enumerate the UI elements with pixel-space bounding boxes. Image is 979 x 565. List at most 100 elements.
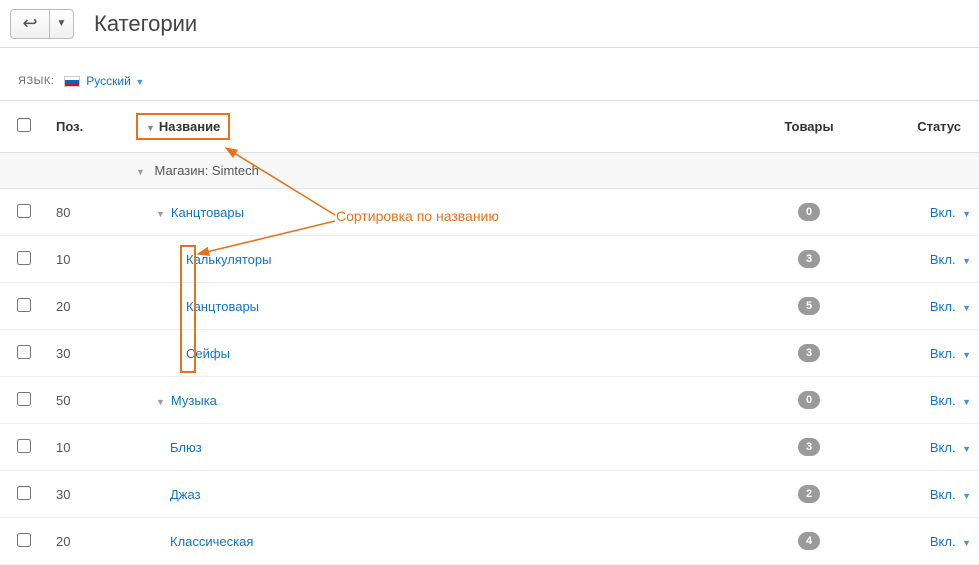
row-checkbox-cell	[0, 377, 48, 424]
language-label: Язык:	[18, 75, 54, 87]
status-label: Вкл.	[930, 393, 956, 408]
goods-count-badge: 0	[798, 391, 820, 409]
row-name-cell: Канцтовары	[128, 283, 729, 330]
row-checkbox[interactable]	[17, 204, 31, 218]
caret-down-icon: ▼	[960, 303, 971, 313]
row-goods-cell: 2	[729, 471, 889, 518]
goods-count-badge: 3	[798, 344, 820, 362]
status-label: Вкл.	[930, 205, 956, 220]
row-status-cell: Вкл. ▼	[889, 189, 979, 236]
status-dropdown[interactable]: Вкл. ▼	[930, 299, 971, 314]
category-link[interactable]: Калькуляторы	[186, 252, 271, 267]
row-checkbox[interactable]	[17, 439, 31, 453]
caret-down-icon: ▼	[133, 77, 144, 87]
goods-count-badge: 3	[798, 438, 820, 456]
row-name-cell: ▼ Музыка	[128, 377, 729, 424]
caret-down-icon: ▼	[960, 397, 971, 407]
group-collapse-caret-icon[interactable]: ▼	[136, 167, 145, 177]
column-header-goods[interactable]: Товары	[729, 101, 889, 153]
back-button-dropdown[interactable]: ▼	[50, 9, 74, 39]
status-label: Вкл.	[930, 346, 956, 361]
goods-count-badge: 5	[798, 297, 820, 315]
row-checkbox-cell	[0, 424, 48, 471]
back-arrow-icon: ↩	[22, 13, 37, 34]
row-name-cell: Блюз	[128, 424, 729, 471]
page-title: Категории	[94, 11, 197, 37]
category-link[interactable]: Канцтовары	[171, 205, 244, 220]
row-status-cell: Вкл. ▼	[889, 518, 979, 565]
row-name-cell: Калькуляторы	[128, 236, 729, 283]
caret-down-icon: ▼	[960, 209, 971, 219]
row-goods-cell: 3	[729, 330, 889, 377]
category-link[interactable]: Музыка	[171, 393, 217, 408]
status-label: Вкл.	[930, 534, 956, 549]
caret-down-icon: ▼	[960, 444, 971, 454]
status-dropdown[interactable]: Вкл. ▼	[930, 205, 971, 220]
status-dropdown[interactable]: Вкл. ▼	[930, 252, 971, 267]
status-dropdown[interactable]: Вкл. ▼	[930, 440, 971, 455]
row-name-cell: Классическая	[128, 518, 729, 565]
back-button-group: ↩ ▼	[10, 9, 74, 39]
status-dropdown[interactable]: Вкл. ▼	[930, 346, 971, 361]
row-position: 20	[48, 283, 128, 330]
categories-table: Поз. ▼Название Товары Статус ▼ Магазин: …	[0, 100, 979, 565]
status-dropdown[interactable]: Вкл. ▼	[930, 487, 971, 502]
row-checkbox-cell	[0, 189, 48, 236]
status-label: Вкл.	[930, 252, 956, 267]
row-position: 30	[48, 471, 128, 518]
category-link[interactable]: Сейфы	[186, 346, 230, 361]
row-checkbox[interactable]	[17, 251, 31, 265]
status-dropdown[interactable]: Вкл. ▼	[930, 534, 971, 549]
row-position: 50	[48, 377, 128, 424]
row-goods-cell: 0	[729, 189, 889, 236]
row-checkbox-cell	[0, 471, 48, 518]
column-header-name[interactable]: ▼Название	[128, 101, 729, 153]
row-position: 10	[48, 424, 128, 471]
page-header: ↩ ▼ Категории	[0, 0, 979, 48]
caret-down-icon: ▼	[960, 538, 971, 548]
row-goods-cell: 3	[729, 424, 889, 471]
table-row: 20 Канцтовары 5 Вкл. ▼	[0, 283, 979, 330]
language-row: Язык: Русский ▼	[0, 48, 979, 100]
status-label: Вкл.	[930, 487, 956, 502]
store-group-row: ▼ Магазин: Simtech	[0, 153, 979, 189]
row-checkbox-cell	[0, 236, 48, 283]
column-header-status[interactable]: Статус	[889, 101, 979, 153]
goods-count-badge: 2	[798, 485, 820, 503]
sort-name-indicator[interactable]: ▼Название	[136, 113, 230, 140]
category-link[interactable]: Блюз	[170, 440, 202, 455]
row-goods-cell: 3	[729, 236, 889, 283]
category-link[interactable]: Канцтовары	[186, 299, 259, 314]
row-checkbox[interactable]	[17, 533, 31, 547]
store-group-label: Магазин: Simtech	[155, 163, 259, 178]
row-checkbox[interactable]	[17, 486, 31, 500]
row-position: 80	[48, 189, 128, 236]
expand-caret-icon[interactable]: ▼	[156, 397, 165, 407]
category-link[interactable]: Классическая	[170, 534, 253, 549]
row-status-cell: Вкл. ▼	[889, 424, 979, 471]
row-position: 20	[48, 518, 128, 565]
status-dropdown[interactable]: Вкл. ▼	[930, 393, 971, 408]
expand-caret-icon[interactable]: ▼	[156, 209, 165, 219]
back-button[interactable]: ↩	[10, 9, 50, 39]
column-header-position[interactable]: Поз.	[48, 101, 128, 153]
goods-count-badge: 4	[798, 532, 820, 550]
row-checkbox[interactable]	[17, 345, 31, 359]
row-position: 10	[48, 236, 128, 283]
row-checkbox-cell	[0, 518, 48, 565]
row-name-cell: Сейфы	[128, 330, 729, 377]
row-status-cell: Вкл. ▼	[889, 330, 979, 377]
table-row: 20 Классическая 4 Вкл. ▼	[0, 518, 979, 565]
sort-caret-icon: ▼	[146, 123, 155, 133]
row-goods-cell: 5	[729, 283, 889, 330]
row-checkbox[interactable]	[17, 298, 31, 312]
select-all-checkbox[interactable]	[17, 118, 31, 132]
caret-down-icon: ▼	[960, 256, 971, 266]
column-header-checkbox	[0, 101, 48, 153]
row-goods-cell: 0	[729, 377, 889, 424]
status-label: Вкл.	[930, 299, 956, 314]
row-checkbox[interactable]	[17, 392, 31, 406]
language-selector[interactable]: Русский ▼	[86, 74, 144, 88]
category-link[interactable]: Джаз	[170, 487, 201, 502]
goods-count-badge: 0	[798, 203, 820, 221]
